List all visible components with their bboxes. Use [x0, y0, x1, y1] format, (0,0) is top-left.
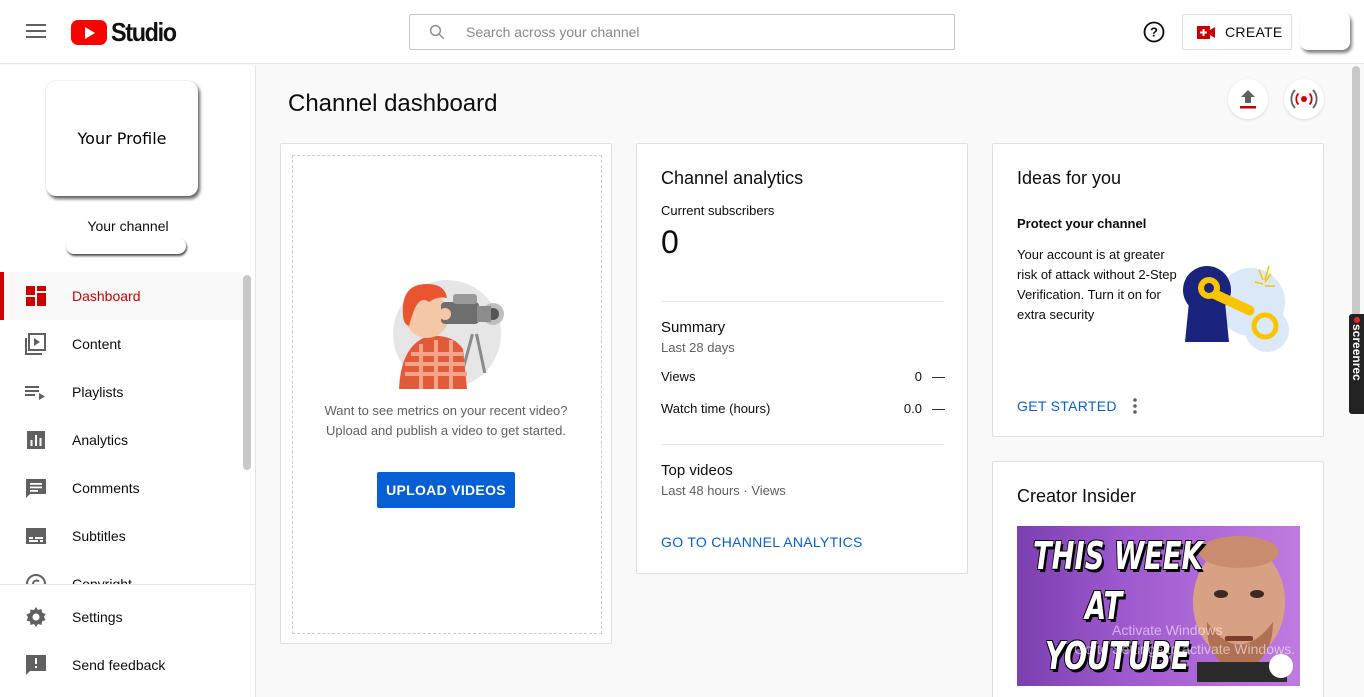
camera-operator-illustration: [393, 280, 504, 389]
go-to-channel-analytics-link[interactable]: GO TO CHANNEL ANALYTICS: [661, 534, 863, 550]
hamburger-menu-icon[interactable]: [22, 20, 50, 44]
playlists-icon: [25, 386, 45, 400]
channel-label: Your channel: [87, 218, 169, 234]
copyright-icon: [26, 574, 46, 584]
thumb-line1: THIS WEEK: [1033, 534, 1203, 578]
card-title: Channel analytics: [661, 168, 804, 188]
windows-activation-watermark-sub: Go to Settings to activate Windows.: [1074, 641, 1295, 657]
idea-body: Your account is at greater risk of attac…: [1017, 247, 1177, 322]
sidebar-divider: [0, 584, 255, 585]
sidebar-item-label: Send feedback: [72, 657, 166, 673]
comments-icon: [26, 479, 46, 498]
profile-card[interactable]: Your Profile: [46, 81, 198, 196]
upload-button[interactable]: [1228, 79, 1268, 119]
sidebar-item-settings[interactable]: Settings: [0, 593, 244, 641]
sidebar-item-dashboard[interactable]: Dashboard: [0, 272, 244, 320]
card-title: Ideas for you: [1017, 168, 1122, 188]
page-title: Channel dashboard: [288, 90, 498, 117]
sidebar-item-label: Analytics: [72, 432, 129, 448]
analytics-icon: [27, 431, 45, 449]
divider: [661, 444, 944, 445]
card-title: Creator Insider: [1017, 486, 1137, 506]
metric-value-watch-time: 0.0: [903, 401, 922, 416]
subscribers-label: Current subscribers: [661, 203, 775, 218]
upload-message: Want to see metrics on your recent video…: [281, 401, 611, 441]
channel-analytics-card: Channel analytics Current subscribers 0 …: [636, 143, 968, 574]
creator-insider-badge: [1269, 654, 1293, 678]
summary-period: Last 28 days: [661, 340, 735, 355]
sidebar-item-analytics[interactable]: Analytics: [0, 416, 244, 464]
top-videos-title: Top videos: [661, 462, 733, 479]
account-avatar[interactable]: [1300, 12, 1350, 50]
upload-dropzone[interactable]: [292, 155, 602, 634]
video-camera-plus-icon: [1197, 25, 1215, 39]
sidebar-item-comments[interactable]: Comments: [0, 464, 244, 512]
youtube-logo-icon: [71, 19, 107, 45]
sidebar-item-subtitles[interactable]: Subtitles: [0, 512, 244, 560]
sidebar-bottom-nav: Settings Send feedback: [0, 593, 244, 689]
upload-videos-button[interactable]: UPLOAD VIDEOS: [377, 472, 515, 508]
sidebar-item-label: Copyright: [72, 576, 132, 584]
dashboard-icon: [26, 286, 46, 306]
sidebar: Your Profile Your channel Dashboard Cont…: [0, 65, 256, 697]
svg-text:?: ?: [1150, 25, 1158, 40]
ideas-card: Ideas for you Protect your channel Your …: [992, 143, 1324, 437]
search-box[interactable]: [409, 14, 955, 50]
sidebar-item-label: Comments: [72, 480, 140, 496]
help-icon[interactable]: ?: [1142, 20, 1166, 44]
sidebar-item-label: Subtitles: [72, 528, 126, 544]
upload-card: Want to see metrics on your recent video…: [280, 143, 612, 644]
upload-icon: [1240, 90, 1256, 109]
metric-label-watch-time: Watch time (hours): [661, 401, 771, 416]
video-thumbnail[interactable]: THIS WEEK AT YOUTUBE: [1017, 526, 1300, 686]
sidebar-item-label: Settings: [72, 609, 123, 625]
keyhole-key-illustration: [1183, 265, 1289, 352]
upload-message-line2: Upload and publish a video to get starte…: [326, 423, 566, 438]
create-button[interactable]: CREATE: [1182, 14, 1292, 50]
creator-insider-card: Creator Insider THIS WEEK AT YOUTUBE: [992, 461, 1324, 697]
top-videos-period: Last 48 hours · Views: [661, 483, 786, 498]
metric-value-views: 0: [914, 369, 922, 384]
create-label: CREATE: [1225, 24, 1283, 40]
feedback-icon: [26, 655, 46, 675]
sidebar-item-playlists[interactable]: Playlists: [0, 368, 244, 416]
channel-name-pill: [66, 238, 186, 254]
youtube-studio-logo[interactable]: Studio: [71, 16, 183, 47]
sidebar-item-content[interactable]: Content: [0, 320, 244, 368]
summary-title: Summary: [661, 319, 726, 336]
subscribers-count: 0: [661, 224, 679, 260]
sidebar-item-label: Playlists: [72, 384, 124, 400]
logo-text: Studio: [111, 16, 177, 47]
metric-trend-watch-time: —: [932, 401, 945, 416]
search-input[interactable]: [466, 15, 946, 49]
windows-activation-watermark: Activate Windows: [1112, 622, 1223, 638]
sidebar-item-copyright[interactable]: Copyright: [0, 560, 244, 584]
subtitles-icon: [26, 528, 46, 544]
divider: [661, 301, 944, 302]
sidebar-nav: Dashboard Content Playlists Analytics Co…: [0, 272, 244, 584]
search-icon: [429, 24, 445, 40]
metric-label-views: Views: [661, 369, 696, 384]
screenrec-recorder-tab[interactable]: screenrec: [1349, 314, 1364, 414]
sidebar-item-label: Content: [72, 336, 122, 352]
top-bar: Studio ? CREATE: [0, 0, 1364, 64]
screenrec-label: screenrec: [1350, 324, 1364, 381]
more-options-icon[interactable]: [1129, 397, 1141, 415]
idea-subtitle: Protect your channel: [1017, 216, 1147, 231]
sidebar-item-send-feedback[interactable]: Send feedback: [0, 641, 244, 689]
profile-label: Your Profile: [77, 129, 167, 148]
go-live-button[interactable]: [1284, 79, 1324, 119]
get-started-link[interactable]: GET STARTED: [1017, 398, 1117, 414]
live-broadcast-icon: [1290, 89, 1318, 109]
main-scrollbar[interactable]: [1352, 66, 1360, 316]
content-icon: [25, 333, 46, 355]
gear-icon: [26, 607, 46, 627]
upload-message-line1: Want to see metrics on your recent video…: [324, 403, 568, 418]
sidebar-item-label: Dashboard: [72, 288, 141, 304]
sidebar-scrollbar[interactable]: [243, 275, 251, 470]
metric-trend-views: —: [932, 369, 945, 384]
